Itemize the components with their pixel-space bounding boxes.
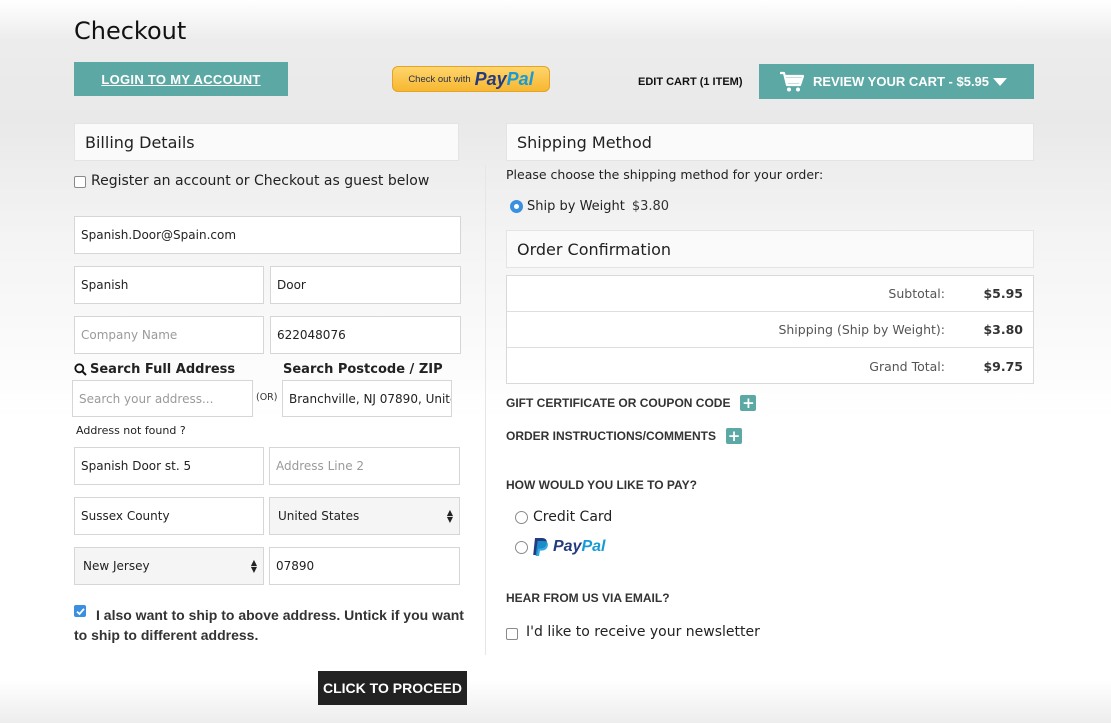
select-arrows-icon: ▲ ▼ bbox=[250, 558, 257, 574]
or-separator: (OR) bbox=[256, 392, 278, 403]
search-address-input[interactable]: Search your address... bbox=[72, 380, 253, 417]
register-row: Register an account or Checkout as guest… bbox=[74, 173, 429, 189]
ship-same-label: I also want to ship to above address. Un… bbox=[74, 607, 464, 643]
summary-label: Grand Total: bbox=[869, 358, 945, 374]
postcode-search-input[interactable]: Branchville, NJ 07890, Unite bbox=[282, 380, 452, 417]
paypal-checkout-button[interactable]: Check out with PayPal bbox=[392, 66, 550, 92]
summary-row-shipping: Shipping (Ship by Weight): $3.80 bbox=[507, 312, 1033, 348]
paypal-wordmark: PayPal bbox=[553, 538, 606, 555]
search-full-address-label-row: Search Full Address bbox=[74, 362, 235, 377]
billing-details-heading: Billing Details bbox=[74, 123, 459, 161]
summary-row-subtotal: Subtotal: $5.95 bbox=[507, 276, 1033, 312]
ship-same-checkbox[interactable] bbox=[74, 605, 86, 617]
ship-by-weight-label: Ship by Weight bbox=[527, 199, 625, 214]
newsletter-label: I'd like to receive your newsletter bbox=[526, 624, 760, 640]
newsletter-row[interactable]: I'd like to receive your newsletter bbox=[506, 624, 760, 640]
city-field[interactable]: Sussex County bbox=[74, 497, 264, 535]
ship-by-weight-radio[interactable] bbox=[510, 200, 523, 213]
ship-same-row: I also want to ship to above address. Un… bbox=[74, 605, 464, 645]
edit-cart-link[interactable]: EDIT CART (1 ITEM) bbox=[638, 76, 743, 88]
summary-label: Subtotal: bbox=[888, 286, 945, 301]
paypal-checkout-prefix: Check out with bbox=[408, 73, 471, 85]
proceed-button[interactable]: CLICK TO PROCEED bbox=[318, 671, 467, 705]
phone-field[interactable]: 622048076 bbox=[270, 316, 461, 354]
country-select[interactable]: United States ▲ ▼ bbox=[269, 497, 460, 535]
address-not-found-link[interactable]: Address not found ? bbox=[76, 424, 186, 437]
search-icon bbox=[74, 363, 87, 376]
paypal-option[interactable]: PayPal bbox=[515, 537, 605, 557]
order-summary-table: Subtotal: $5.95 Shipping (Ship by Weight… bbox=[506, 275, 1034, 384]
shipping-instruction: Please choose the shipping method for yo… bbox=[506, 167, 824, 182]
order-instructions-label: ORDER INSTRUCTIONS/COMMENTS bbox=[506, 429, 716, 443]
last-name-field[interactable]: Door bbox=[270, 266, 461, 304]
first-name-field[interactable]: Spanish bbox=[74, 266, 264, 304]
checkmark-icon bbox=[75, 607, 85, 615]
country-select-value: United States bbox=[278, 509, 360, 523]
address-line-2-field[interactable]: Address Line 2 bbox=[269, 447, 460, 485]
search-full-address-label: Search Full Address bbox=[90, 362, 236, 377]
newsletter-question: HEAR FROM US VIA EMAIL? bbox=[506, 591, 670, 605]
paypal-logo-icon bbox=[533, 538, 548, 556]
review-cart-label: REVIEW YOUR CART - $5.95 bbox=[813, 74, 990, 89]
payment-question: HOW WOULD YOU LIKE TO PAY? bbox=[506, 478, 697, 492]
summary-label: Shipping (Ship by Weight): bbox=[778, 322, 945, 337]
page-title: Checkout bbox=[74, 17, 187, 45]
register-checkbox[interactable] bbox=[74, 176, 86, 188]
email-field[interactable]: Spanish.Door@Spain.com bbox=[74, 216, 461, 254]
shopping-cart-icon bbox=[780, 71, 805, 91]
column-divider bbox=[485, 165, 486, 655]
ship-by-weight-price: $3.80 bbox=[631, 199, 670, 214]
expand-plus-icon[interactable]: + bbox=[726, 428, 742, 444]
order-confirmation-heading: Order Confirmation bbox=[506, 230, 1034, 268]
expand-plus-icon[interactable]: + bbox=[740, 395, 757, 411]
address-line-1-field[interactable]: Spanish Door st. 5 bbox=[74, 447, 264, 485]
summary-value: $9.75 bbox=[983, 358, 1023, 374]
login-button[interactable]: LOGIN TO MY ACCOUNT bbox=[74, 62, 288, 96]
coupon-label: GIFT CERTIFICATE OR COUPON CODE bbox=[506, 396, 731, 410]
select-arrows-icon: ▲ ▼ bbox=[446, 508, 453, 524]
chevron-down-icon bbox=[993, 77, 1008, 86]
ship-by-weight-option[interactable]: Ship by Weight $3.80 bbox=[510, 199, 669, 214]
register-label: Register an account or Checkout as guest… bbox=[91, 173, 430, 189]
paypal-radio[interactable] bbox=[515, 540, 528, 554]
newsletter-checkbox[interactable] bbox=[506, 627, 518, 640]
search-postcode-label: Search Postcode / ZIP bbox=[283, 362, 443, 377]
zip-field[interactable]: 07890 bbox=[269, 547, 460, 585]
paypal-logo-text: PayPal bbox=[474, 68, 534, 89]
shipping-method-heading: Shipping Method bbox=[506, 123, 1034, 161]
order-instructions-row[interactable]: ORDER INSTRUCTIONS/COMMENTS + bbox=[506, 428, 742, 444]
summary-row-grand-total: Grand Total: $9.75 bbox=[507, 348, 1033, 384]
summary-value: $5.95 bbox=[983, 286, 1023, 301]
credit-card-radio[interactable] bbox=[515, 510, 528, 524]
coupon-row[interactable]: GIFT CERTIFICATE OR COUPON CODE + bbox=[506, 395, 757, 411]
company-name-field[interactable]: Company Name bbox=[74, 316, 264, 354]
state-select-value: New Jersey bbox=[83, 559, 150, 573]
summary-value: $3.80 bbox=[983, 322, 1023, 337]
credit-card-option[interactable]: Credit Card bbox=[515, 509, 612, 525]
review-cart-button[interactable]: REVIEW YOUR CART - $5.95 bbox=[759, 64, 1034, 99]
state-select[interactable]: New Jersey ▲ ▼ bbox=[74, 547, 264, 585]
credit-card-label: Credit Card bbox=[533, 509, 613, 525]
